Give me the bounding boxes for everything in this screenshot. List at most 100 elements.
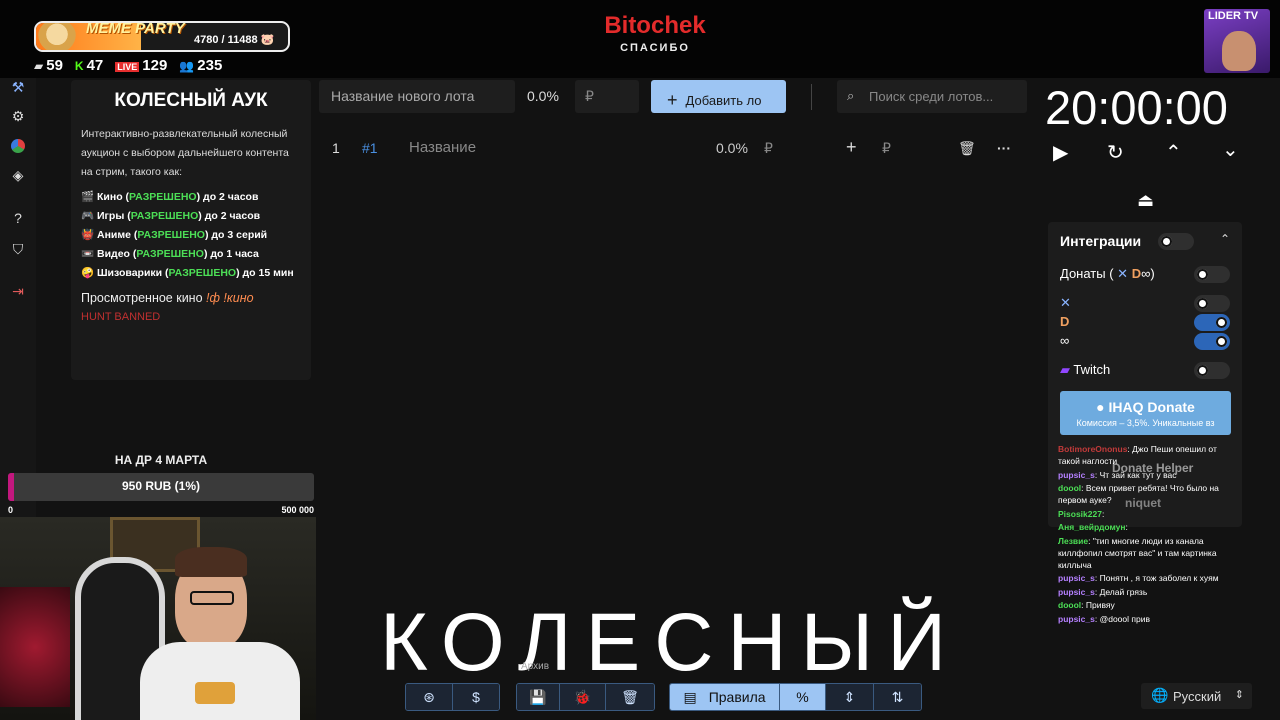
chat-message: pupsic_s: Понятн , я тож заболел к хуям [1058,573,1219,583]
hunt-banned: HUNT BANNED [81,311,161,323]
viewers-icon: 👥 [179,58,195,73]
chevron-up-icon[interactable]: ⌃ [1220,232,1230,246]
more-icon[interactable]: ··· [997,140,1011,156]
watched-movies: Просмотренное кино !ф !кино [81,291,254,305]
plus-icon: + [667,90,678,110]
chat-message: pupsic_s: @doool прив [1058,613,1150,624]
meme-title: MEME PARTY [86,21,185,37]
goal-bar: 950 RUB (1%) [8,473,314,501]
logout-icon[interactable]: ⇥ [9,282,27,300]
infinity-icon: ∞ [1141,266,1151,281]
lot-amount-input[interactable]: ₽ [882,140,891,157]
donations-label: Донаты ( ✕ D∞) [1060,266,1155,281]
globe-icon: 🌐 [1151,687,1169,703]
channel-badge: LIDER TV [1208,10,1259,22]
rules-item-video: 📼 Видео (РАЗРЕШЕНО) до 1 часа [81,248,259,260]
restart-icon[interactable]: ↻ [1107,140,1124,165]
twitch-icon: ▰ [1060,362,1070,377]
sponsor-name: Bitochek [604,12,706,39]
new-lot-input[interactable]: Название нового лота [319,80,515,113]
save-icon[interactable]: 💾 [517,684,560,710]
lot-search-input[interactable]: ⌕ Поиск среди лотов... [837,80,1027,113]
lot-add-amount-button[interactable]: + [846,137,857,158]
rules-button[interactable]: ▤ Правила [670,684,780,710]
trash-icon[interactable]: 🗑 [958,140,976,157]
new-lot-percent: 0.0% [527,88,559,104]
chat-message: pupsic_s: Делай грязь [1058,586,1148,597]
bug-icon[interactable]: 🐞 [560,684,606,710]
twitch-toggle[interactable] [1194,362,1230,379]
gavel-icon[interactable]: ⚒ [9,78,27,96]
twitch-stat: ▰ 59 [34,56,63,74]
streamer-shirt [140,642,300,720]
chevron-up-icon[interactable]: ⌃ [1165,140,1182,165]
links-group: ⊛ $ [405,683,500,711]
anime-icon: 👹 [81,229,97,241]
book-icon: ▤ [683,688,697,705]
stream-title-overlay: КОЛЕСНЫЙ [380,597,961,688]
twitch-label: ▰ Twitch [1060,362,1111,377]
x-icon: ✕ [1060,295,1071,310]
timer-display: 20:00:00 [1045,81,1228,134]
sort-icon[interactable]: ⇅ [874,684,921,710]
pig-icon: 🐷 [260,34,275,46]
viewer-stats: ▰ 59 K 47 LIVE 129 👥 235 [34,56,222,74]
lot-name-input[interactable]: Название [409,139,476,156]
gear-icon[interactable]: ⚙ [9,107,27,125]
twitch-icon: ▰ [34,58,44,73]
meme-count: 4780 / 11488 🐷 [194,34,275,46]
x-toggle[interactable] [1194,295,1230,312]
donatepay-toggle[interactable] [1194,314,1230,331]
integrations-toggle[interactable] [1158,233,1194,250]
chat-message: doool: Привяу [1058,600,1115,610]
donate-helper-overlay: Donate Helper [1112,461,1194,475]
lot-percent: 0.0% [716,140,748,156]
channel-avatar: LIDER TV [1204,9,1270,73]
rules-panel: КОЛЕСНЫЙ АУК Интерактивно-развлекательны… [71,80,311,380]
language-select[interactable]: 🌐 Русский ⇕ [1141,683,1252,709]
rules-title: КОЛЕСНЫЙ АУК [114,90,268,111]
x-icon: ✕ [1117,266,1129,281]
ihaq-donate-button[interactable]: ● IHAQ Donate Комиссия – 3,5%. Уникальны… [1060,391,1231,435]
niquet-overlay: niquet [1125,496,1161,510]
rules-item-shizo: 🤪 Шизоварики (РАЗРЕШЕНО) до 15 мин [81,267,294,279]
rules-item-movies: 🎬 Кино (РАЗРЕШЕНО) до 2 часов [81,191,259,203]
compress-icon[interactable]: ⇕ [826,684,874,710]
ihaq-subtitle: Комиссия – 3,5%. Уникальные вз [1076,418,1215,428]
search-icon: ⌕ [847,88,855,103]
chat-message: Аня_вейрдомун: [1058,522,1128,532]
github-icon[interactable]: ⊛ [406,684,453,710]
delete-all-icon[interactable]: 🗑 [606,684,654,710]
gamepad-icon: 🎮 [81,210,97,222]
layers-icon[interactable]: ◈ [9,166,27,184]
lot-row: 1 #1 Название 0.0% ₽ + ₽ 🗑 ··· [320,136,1025,160]
chevron-down-icon[interactable]: ⌄ [1222,137,1239,162]
integrations-title: Интеграции [1060,233,1142,249]
collapse-icon[interactable]: ⏏ [1137,190,1154,211]
lot-index: 1 [332,140,340,156]
percent-toggle[interactable]: % [780,684,826,710]
storage-group: 💾 🐞 🗑 [516,683,655,711]
kick-icon: K [74,58,84,73]
help-icon[interactable]: ? [9,209,27,227]
donations-toggle[interactable] [1194,266,1230,283]
add-lot-button[interactable]: + Добавить ло [651,80,786,113]
new-lot-amount-input[interactable]: ₽ [575,80,639,113]
vk-live-stat: LIVE 129 [115,56,168,74]
dollar-icon[interactable]: $ [453,684,499,710]
infinity-toggle[interactable] [1194,333,1230,350]
goal-max: 500 000 [281,505,314,515]
wheel-icon[interactable] [9,137,27,155]
viewers-stat: 👥 235 [179,56,223,74]
shirt-logo [195,682,235,704]
rules-item-games: 🎮 Игры (РАЗРЕШЕНО) до 2 часов [81,210,261,222]
view-group: ▤ Правила % ⇕ ⇅ [669,683,922,711]
archive-tooltip: Архив [521,661,550,672]
shield-icon[interactable]: ⛉ [9,240,27,258]
goal-min: 0 [8,505,14,515]
play-icon[interactable]: ▶ [1053,140,1068,165]
sponsor-thanks: СПАСИБО [620,42,690,54]
kick-stat: K 47 [74,56,104,74]
vk-live-icon: LIVE [115,61,140,72]
rules-item-anime: 👹 Аниме (РАЗРЕШЕНО) до 3 серий [81,229,268,241]
